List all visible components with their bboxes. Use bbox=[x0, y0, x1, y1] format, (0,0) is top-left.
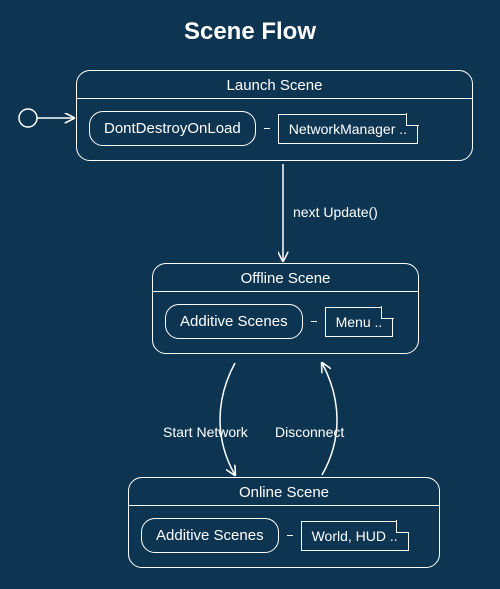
offline-scene-box: Offline Scene Additive Scenes Menu .. bbox=[152, 263, 419, 354]
connector bbox=[264, 128, 270, 130]
offline-note: Menu .. bbox=[325, 307, 394, 337]
connector bbox=[311, 321, 317, 323]
offline-scene-header: Offline Scene bbox=[153, 264, 418, 292]
online-scene-header: Online Scene bbox=[129, 478, 439, 506]
offline-inner-bubble: Additive Scenes bbox=[165, 304, 303, 339]
launch-inner-bubble: DontDestroyOnLoad bbox=[89, 111, 256, 146]
online-note: World, HUD .. bbox=[301, 521, 409, 551]
launch-note: NetworkManager .. bbox=[278, 114, 418, 144]
launch-scene-box: Launch Scene DontDestroyOnLoad NetworkMa… bbox=[76, 70, 473, 161]
edge-label-next-update: next Update() bbox=[293, 204, 378, 220]
edge-label-start-network: Start Network bbox=[163, 424, 248, 440]
online-inner-bubble: Additive Scenes bbox=[141, 518, 279, 553]
edge-label-disconnect: Disconnect bbox=[275, 424, 344, 440]
connector bbox=[287, 535, 293, 537]
launch-scene-header: Launch Scene bbox=[77, 71, 472, 99]
online-scene-box: Online Scene Additive Scenes World, HUD … bbox=[128, 477, 440, 568]
